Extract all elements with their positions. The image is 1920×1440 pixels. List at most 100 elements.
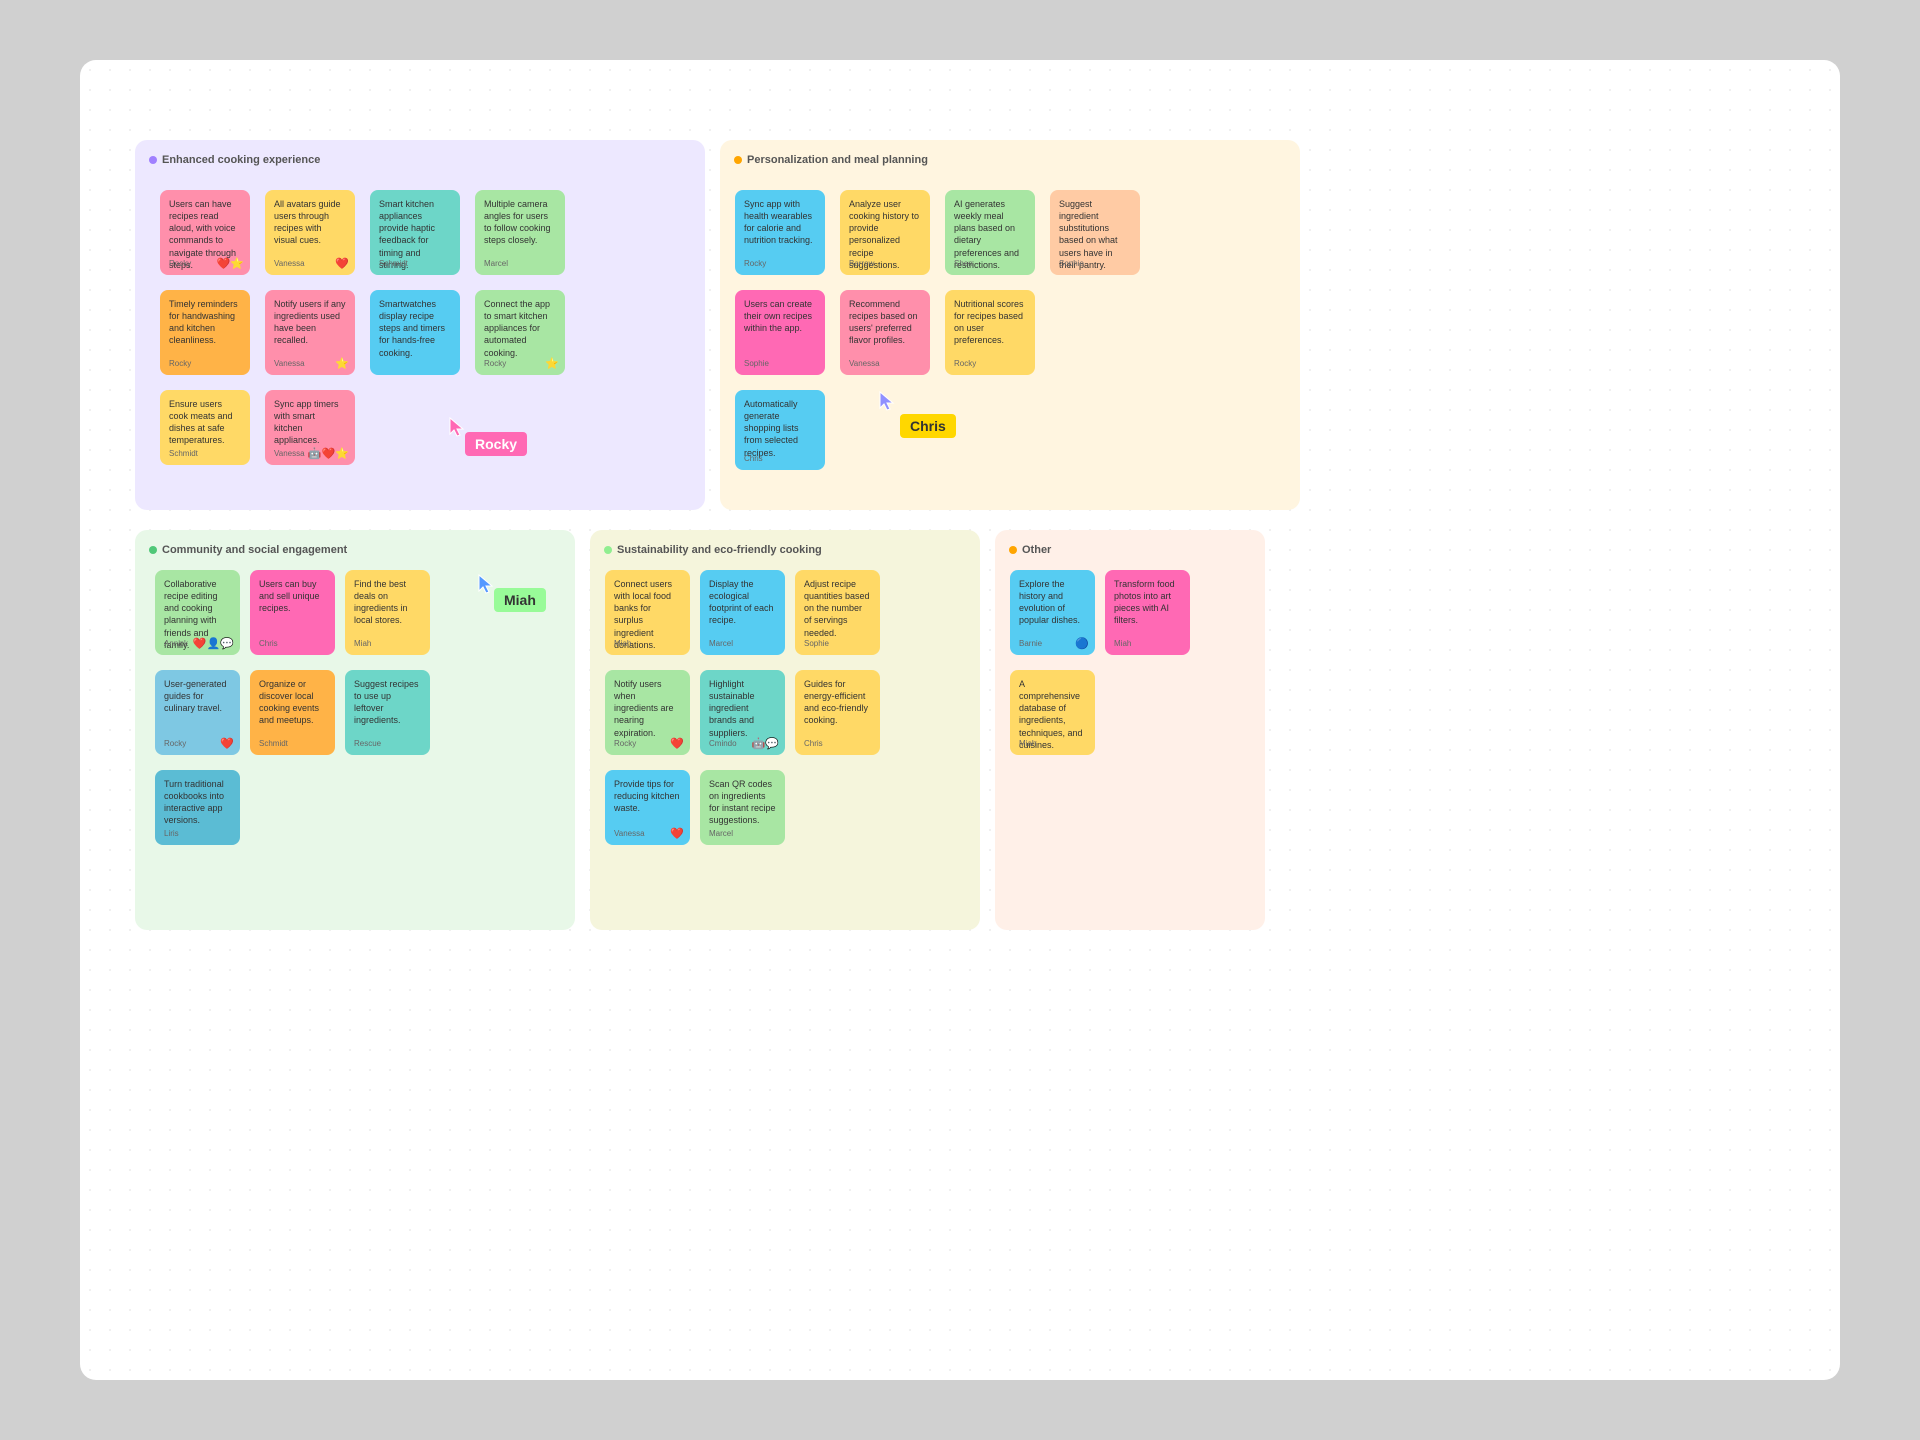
note-c7[interactable]: Turn traditional cookbooks into interact… — [155, 770, 240, 845]
note-text-e6: Notify users if any ingredients used hav… — [274, 298, 346, 347]
note-text-p6: Recommend recipes based on users' prefer… — [849, 298, 921, 347]
note-text-e10: Sync app timers with smart kitchen appli… — [274, 398, 346, 447]
note-s5[interactable]: Highlight sustainable ingredient brands … — [700, 670, 785, 755]
note-author-e6: Vanessa — [274, 359, 305, 370]
note-o3[interactable]: A comprehensive database of ingredients,… — [1010, 670, 1095, 755]
note-p1[interactable]: Sync app with health wearables for calor… — [735, 190, 825, 275]
note-author-s6: Chris — [804, 739, 823, 750]
note-author-p2: Barrow — [849, 259, 874, 270]
note-c5[interactable]: Organize or discover local cooking event… — [250, 670, 335, 755]
note-text-s8: Scan QR codes on ingredients for instant… — [709, 778, 776, 827]
note-e4[interactable]: Multiple camera angles for users to foll… — [475, 190, 565, 275]
note-emoji-c4: ❤️ — [220, 737, 234, 752]
note-emoji-s5: 🤖💬 — [752, 737, 779, 752]
section-label-personal: Personalization and meal planning — [734, 154, 1286, 166]
note-author-s1: Miah — [614, 639, 631, 650]
note-s4[interactable]: Notify users when ingredients are nearin… — [605, 670, 690, 755]
note-author-e3: Schmidt — [379, 259, 408, 270]
note-emoji-o1: 🔵 — [1075, 637, 1089, 652]
note-emoji-s7: ❤️ — [670, 827, 684, 842]
note-author-o2: Miah — [1114, 639, 1131, 650]
note-text-o1: Explore the history and evolution of pop… — [1019, 578, 1086, 627]
note-e10[interactable]: Sync app timers with smart kitchen appli… — [265, 390, 355, 465]
note-e8[interactable]: Connect the app to smart kitchen applian… — [475, 290, 565, 375]
cursor-arrow-icon — [477, 573, 495, 595]
section-dot-sustainability — [604, 546, 612, 554]
note-text-e9: Ensure users cook meats and dishes at sa… — [169, 398, 241, 447]
section-label-community: Community and social engagement — [149, 544, 561, 556]
note-emoji-e1: ❤️⭐ — [217, 257, 244, 272]
note-p8[interactable]: Automatically generate shopping lists fr… — [735, 390, 825, 470]
section-dot-other — [1009, 546, 1017, 554]
cursor-arrow-icon — [448, 416, 466, 438]
note-s1[interactable]: Connect users with local food banks for … — [605, 570, 690, 655]
note-text-c2: Users can buy and sell unique recipes. — [259, 578, 326, 614]
note-o1[interactable]: Explore the history and evolution of pop… — [1010, 570, 1095, 655]
note-text-c4: User-generated guides for culinary trave… — [164, 678, 231, 714]
note-e9[interactable]: Ensure users cook meats and dishes at sa… — [160, 390, 250, 465]
note-p2[interactable]: Analyze user cooking history to provide … — [840, 190, 930, 275]
note-c1[interactable]: Collaborative recipe editing and cooking… — [155, 570, 240, 655]
note-author-e5: Rocky — [169, 359, 191, 370]
note-c4[interactable]: User-generated guides for culinary trave… — [155, 670, 240, 755]
note-author-p4: Sophie — [1059, 259, 1084, 270]
cursor-rocky: Rocky — [465, 432, 527, 456]
note-c3[interactable]: Find the best deals on ingredients in lo… — [345, 570, 430, 655]
cursor-arrow-icon — [878, 390, 896, 412]
note-author-p7: Rocky — [954, 359, 976, 370]
note-author-e4: Marcel — [484, 259, 508, 270]
note-emoji-e6: ⭐ — [335, 357, 349, 372]
cursor-miah: Miah — [494, 588, 546, 612]
note-e6[interactable]: Notify users if any ingredients used hav… — [265, 290, 355, 375]
note-p7[interactable]: Nutritional scores for recipes based on … — [945, 290, 1035, 375]
note-e3[interactable]: Smart kitchen appliances provide haptic … — [370, 190, 460, 275]
note-author-s8: Marcel — [709, 829, 733, 840]
note-e1[interactable]: Users can have recipes read aloud, with … — [160, 190, 250, 275]
note-s3[interactable]: Adjust recipe quantities based on the nu… — [795, 570, 880, 655]
note-emoji-s4: ❤️ — [670, 737, 684, 752]
note-author-c5: Schmidt — [259, 739, 288, 750]
note-text-e8: Connect the app to smart kitchen applian… — [484, 298, 556, 359]
section-dot-community — [149, 546, 157, 554]
note-text-e5: Timely reminders for handwashing and kit… — [169, 298, 241, 347]
note-text-s6: Guides for energy-efficient and eco-frie… — [804, 678, 871, 727]
note-p6[interactable]: Recommend recipes based on users' prefer… — [840, 290, 930, 375]
note-emoji-e2: ❤️ — [335, 257, 349, 272]
note-p5[interactable]: Users can create their own recipes withi… — [735, 290, 825, 375]
note-author-o1: Barnie — [1019, 639, 1042, 650]
note-author-s4: Rocky — [614, 739, 636, 750]
note-o2[interactable]: Transform food photos into art pieces wi… — [1105, 570, 1190, 655]
note-s6[interactable]: Guides for energy-efficient and eco-frie… — [795, 670, 880, 755]
note-c2[interactable]: Users can buy and sell unique recipes.Ch… — [250, 570, 335, 655]
note-s7[interactable]: Provide tips for reducing kitchen waste.… — [605, 770, 690, 845]
note-text-s5: Highlight sustainable ingredient brands … — [709, 678, 776, 739]
note-e7[interactable]: Smartwatches display recipe steps and ti… — [370, 290, 460, 375]
note-text-s7: Provide tips for reducing kitchen waste. — [614, 778, 681, 814]
cursor-chris: Chris — [900, 414, 956, 438]
section-label-other: Other — [1009, 544, 1251, 556]
note-text-s4: Notify users when ingredients are nearin… — [614, 678, 681, 739]
note-s8[interactable]: Scan QR codes on ingredients for instant… — [700, 770, 785, 845]
note-author-e9: Schmidt — [169, 449, 198, 460]
note-c6[interactable]: Suggest recipes to use up leftover ingre… — [345, 670, 430, 755]
note-text-p1: Sync app with health wearables for calor… — [744, 198, 816, 247]
note-text-e2: All avatars guide users through recipes … — [274, 198, 346, 247]
note-author-e8: Rocky — [484, 359, 506, 370]
note-text-c3: Find the best deals on ingredients in lo… — [354, 578, 421, 627]
note-text-c7: Turn traditional cookbooks into interact… — [164, 778, 231, 827]
note-text-e4: Multiple camera angles for users to foll… — [484, 198, 556, 247]
note-author-e10: Vanessa — [274, 449, 305, 460]
note-author-s7: Vanessa — [614, 829, 645, 840]
section-dot-personal — [734, 156, 742, 164]
note-emoji-c1: ❤️👤💬 — [193, 637, 234, 652]
note-p3[interactable]: AI generates weekly meal plans based on … — [945, 190, 1035, 275]
note-e5[interactable]: Timely reminders for handwashing and kit… — [160, 290, 250, 375]
note-p4[interactable]: Suggest ingredient substitutions based o… — [1050, 190, 1140, 275]
note-s2[interactable]: Display the ecological footprint of each… — [700, 570, 785, 655]
note-text-o2: Transform food photos into art pieces wi… — [1114, 578, 1181, 627]
note-author-s3: Sophie — [804, 639, 829, 650]
note-text-s2: Display the ecological footprint of each… — [709, 578, 776, 627]
note-text-s3: Adjust recipe quantities based on the nu… — [804, 578, 871, 639]
note-e2[interactable]: All avatars guide users through recipes … — [265, 190, 355, 275]
section-label-sustainability: Sustainability and eco-friendly cooking — [604, 544, 966, 556]
